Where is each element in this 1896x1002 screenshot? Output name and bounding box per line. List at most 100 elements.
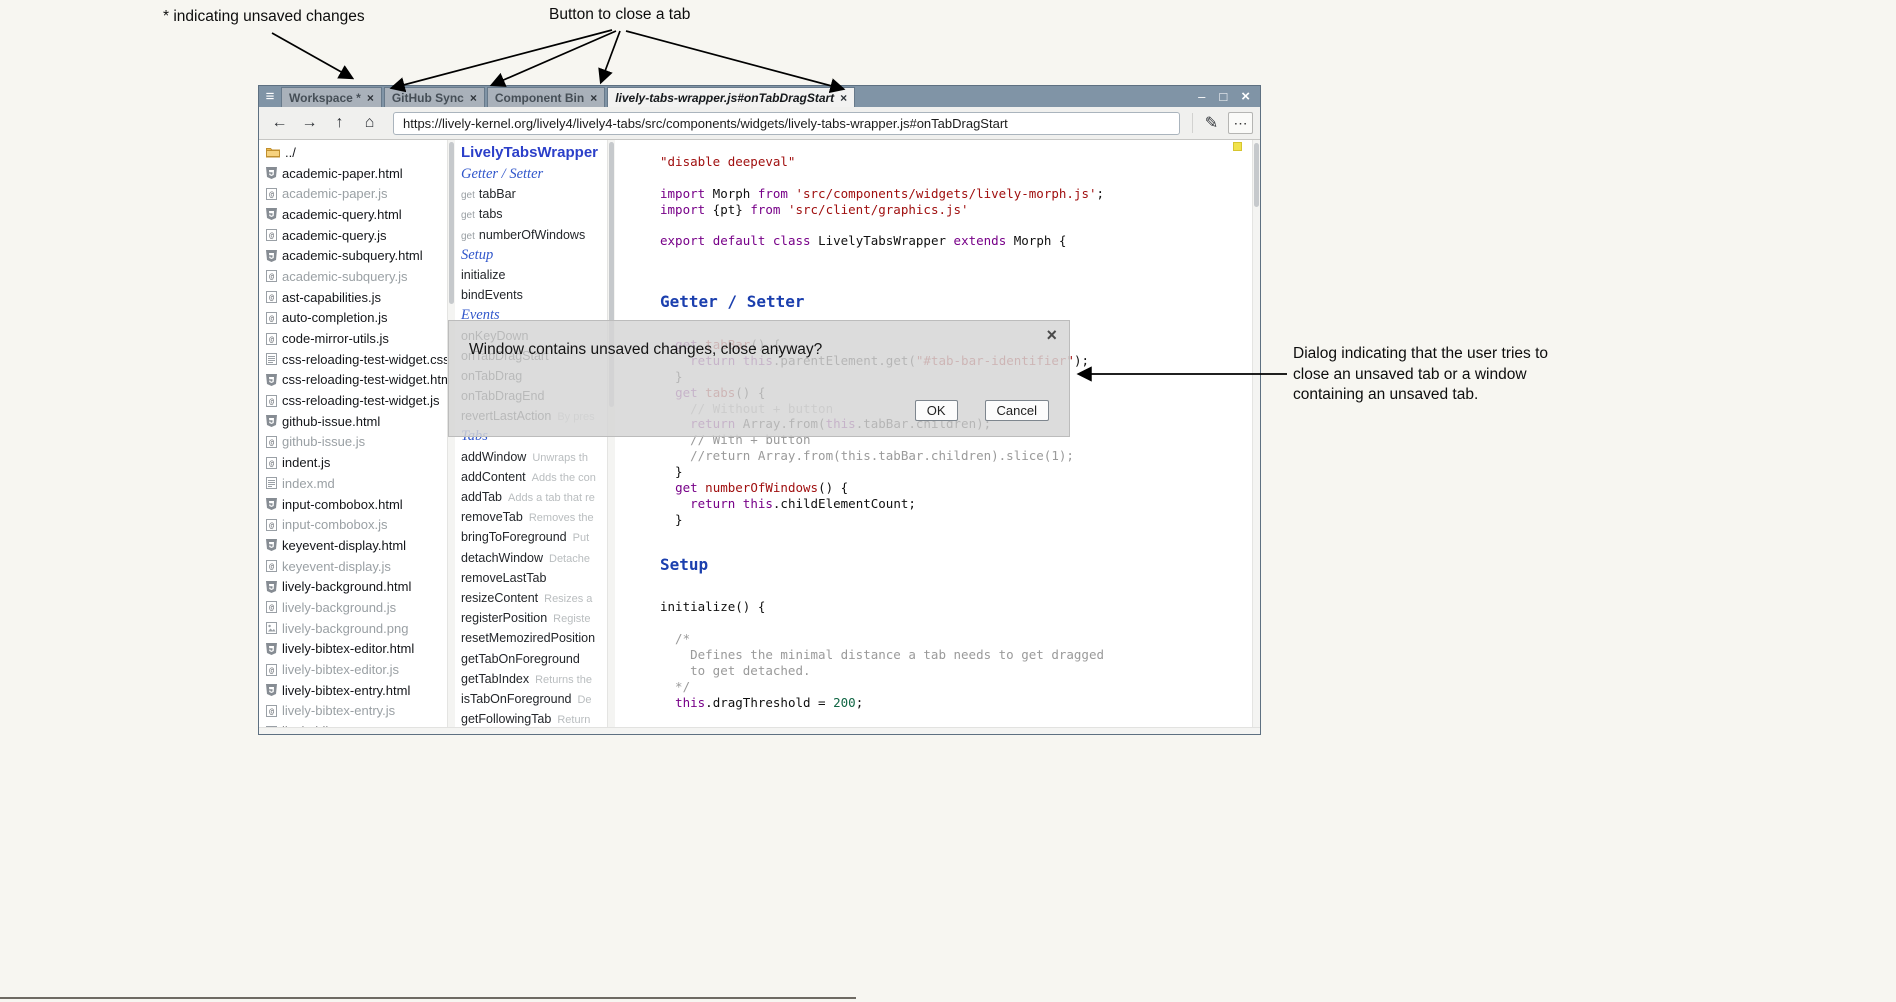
annotation-marker-icon[interactable] [1233, 142, 1242, 151]
tab-lively-tabs-wrapper-js-ontabdragstart[interactable]: lively-tabs-wrapper.js#onTabDragStart× [607, 87, 855, 107]
ok-button[interactable]: OK [915, 400, 958, 421]
tab-close-button[interactable]: × [470, 91, 477, 105]
outline-item-doc: Adds a tab that re [508, 492, 595, 504]
dialog-close-icon[interactable]: × [1046, 326, 1057, 344]
code-line: /* [660, 631, 1252, 647]
outline-item-doc: De [577, 694, 591, 706]
arrow-close-componentbin-tab [601, 31, 620, 82]
outline-item-tabs[interactable]: gettabs [461, 204, 607, 224]
js-file-icon: @ [266, 457, 277, 469]
code-scrollbar-thumb[interactable] [1254, 143, 1259, 207]
window-close-button[interactable]: × [1241, 89, 1250, 104]
file-item-academic-subquery-html[interactable]: academic-subquery.html [259, 245, 447, 266]
file-item-input-combobox-js[interactable]: @input-combobox.js [259, 514, 447, 535]
maximize-button[interactable]: □ [1219, 90, 1227, 103]
outline-item-detachwindow[interactable]: detachWindowDetache [461, 548, 607, 568]
outline-item-registerposition[interactable]: registerPositionRegiste [461, 608, 607, 628]
file-item-indent-js[interactable]: @ indent.js [259, 452, 447, 473]
tab-close-button[interactable]: × [367, 91, 374, 105]
file-item-lively-bibtex-entry-html[interactable]: lively-bibtex-entry.html [259, 680, 447, 701]
outline-item-bindevents[interactable]: bindEvents [461, 285, 607, 305]
up-button[interactable]: ↑ [326, 111, 353, 135]
outline-panel: LivelyTabsWrapper Getter / SettergettabB… [455, 140, 607, 734]
outline-item-resetmemoziredposition[interactable]: resetMemoziredPosition [461, 628, 607, 648]
code-line: return this.childElementCount; [660, 496, 1252, 512]
outline-item-doc: Put [573, 532, 590, 544]
edit-pencil-button[interactable]: ✎ [1198, 111, 1225, 135]
background-window-edge [0, 997, 856, 999]
file-item-lively-background-png[interactable]: lively-background.png [259, 618, 447, 639]
outline-item-tabbar[interactable]: gettabBar [461, 184, 607, 204]
file-item-academic-subquery-js[interactable]: @academic-subquery.js [259, 266, 447, 287]
file-item-lively-bibtex-entry-js[interactable]: @ lively-bibtex-entry.js [259, 701, 447, 722]
horizontal-scrollbar[interactable] [259, 727, 1260, 734]
code-token: Morph { [1006, 233, 1066, 248]
outline-class-title[interactable]: LivelyTabsWrapper [461, 142, 607, 164]
js-file-icon: @ [266, 705, 277, 717]
tab-close-button[interactable]: × [840, 91, 847, 105]
outline-item-gettabindex[interactable]: getTabIndexReturns the [461, 669, 607, 689]
file-item-academic-paper-html[interactable]: academic-paper.html [259, 163, 447, 184]
outline-item-addwindow[interactable]: addWindowUnwraps th [461, 447, 607, 467]
file-item-lively-bibtex-editor-html[interactable]: lively-bibtex-editor.html [259, 639, 447, 660]
forward-button[interactable]: → [296, 111, 323, 135]
file-name: lively-bibtex-entry.js [282, 703, 395, 718]
outline-item-doc: Returns the [535, 674, 592, 686]
file-item-keyevent-display-js[interactable]: @keyevent-display.js [259, 556, 447, 577]
outline-item-removelasttab[interactable]: removeLastTab [461, 568, 607, 588]
outline-item-addtab[interactable]: addTabAdds a tab that re [461, 487, 607, 507]
file-list-scrollbar[interactable] [447, 140, 455, 734]
back-button[interactable]: ← [266, 111, 293, 135]
file-item-academic-query-html[interactable]: academic-query.html [259, 204, 447, 225]
code-line: import {pt} from 'src/client/graphics.js… [660, 202, 1252, 218]
outline-item-initialize[interactable]: initialize [461, 265, 607, 285]
hamburger-menu-icon[interactable]: ≡ [259, 86, 281, 107]
file-item-academic-paper-js[interactable]: @academic-paper.js [259, 183, 447, 204]
code-token: import [660, 186, 705, 201]
code-scrollbar[interactable] [1252, 140, 1260, 734]
file-item-lively-background-js[interactable]: @lively-background.js [259, 597, 447, 618]
file-item-css-reloading-test-widget-js[interactable]: @css-reloading-test-widget.js [259, 390, 447, 411]
file-item-auto-completion-js[interactable]: @auto-completion.js [259, 308, 447, 329]
file-item-index-md[interactable]: index.md [259, 473, 447, 494]
file-name: indent.js [282, 455, 330, 470]
file-list-scrollbar-thumb[interactable] [449, 142, 454, 304]
file-item-input-combobox-html[interactable]: input-combobox.html [259, 494, 447, 515]
outline-item-resizecontent[interactable]: resizeContentResizes a [461, 588, 607, 608]
outline-item-bringtoforeground[interactable]: bringToForegroundPut [461, 527, 607, 547]
svg-text:@: @ [269, 459, 274, 468]
code-token: from [758, 186, 788, 201]
outline-item-numberofwindows[interactable]: getnumberOfWindows [461, 225, 607, 245]
file-item-lively-bibtex-editor-js[interactable]: @lively-bibtex-editor.js [259, 659, 447, 680]
outline-item-addcontent[interactable]: addContentAdds the con [461, 467, 607, 487]
file-item-ast-capabilities-js[interactable]: @ast-capabilities.js [259, 287, 447, 308]
tab-github-sync[interactable]: GitHub Sync× [384, 87, 485, 107]
code-section-heading-setup: Setup [660, 544, 1252, 584]
file-item-academic-query-js[interactable]: @academic-query.js [259, 225, 447, 246]
file-item-css-reloading-test-widget-html[interactable]: css-reloading-test-widget.html [259, 370, 447, 391]
code-token: to get detached. [660, 663, 811, 678]
file-item-code-mirror-utils-js[interactable]: @code-mirror-utils.js [259, 328, 447, 349]
file-name: academic-query.js [282, 228, 387, 243]
tab-workspace[interactable]: Workspace *× [281, 87, 382, 107]
outline-item-removetab[interactable]: removeTabRemoves the [461, 507, 607, 527]
outline-item-istabonforeground[interactable]: isTabOnForegroundDe [461, 689, 607, 709]
code-token: {pt} [705, 202, 750, 217]
file-item-github-issue-html[interactable]: github-issue.html [259, 411, 447, 432]
more-options-button[interactable]: ⋯ [1228, 112, 1253, 134]
tab-component-bin[interactable]: Component Bin× [487, 87, 605, 107]
cancel-button[interactable]: Cancel [985, 400, 1049, 421]
minimize-button[interactable]: – [1198, 90, 1205, 103]
code-editor[interactable]: "disable deepeval"import Morph from 'src… [615, 140, 1252, 734]
file-item-lively-background-html[interactable]: lively-background.html [259, 576, 447, 597]
file-item-github-issue-js[interactable]: @github-issue.js [259, 432, 447, 453]
tab-close-button[interactable]: × [590, 91, 597, 105]
file-item-parent-directory[interactable]: ../ [259, 142, 447, 163]
file-item-css-reloading-test-widget-css[interactable]: css-reloading-test-widget.css [259, 349, 447, 370]
html-file-icon [266, 643, 277, 655]
outline-item-gettabonforeground[interactable]: getTabOnForeground [461, 649, 607, 669]
outline-scrollbar[interactable] [607, 140, 615, 734]
file-item-keyevent-display-html[interactable]: keyevent-display.html [259, 535, 447, 556]
home-button[interactable]: ⌂ [356, 111, 383, 135]
url-input[interactable] [393, 112, 1180, 135]
